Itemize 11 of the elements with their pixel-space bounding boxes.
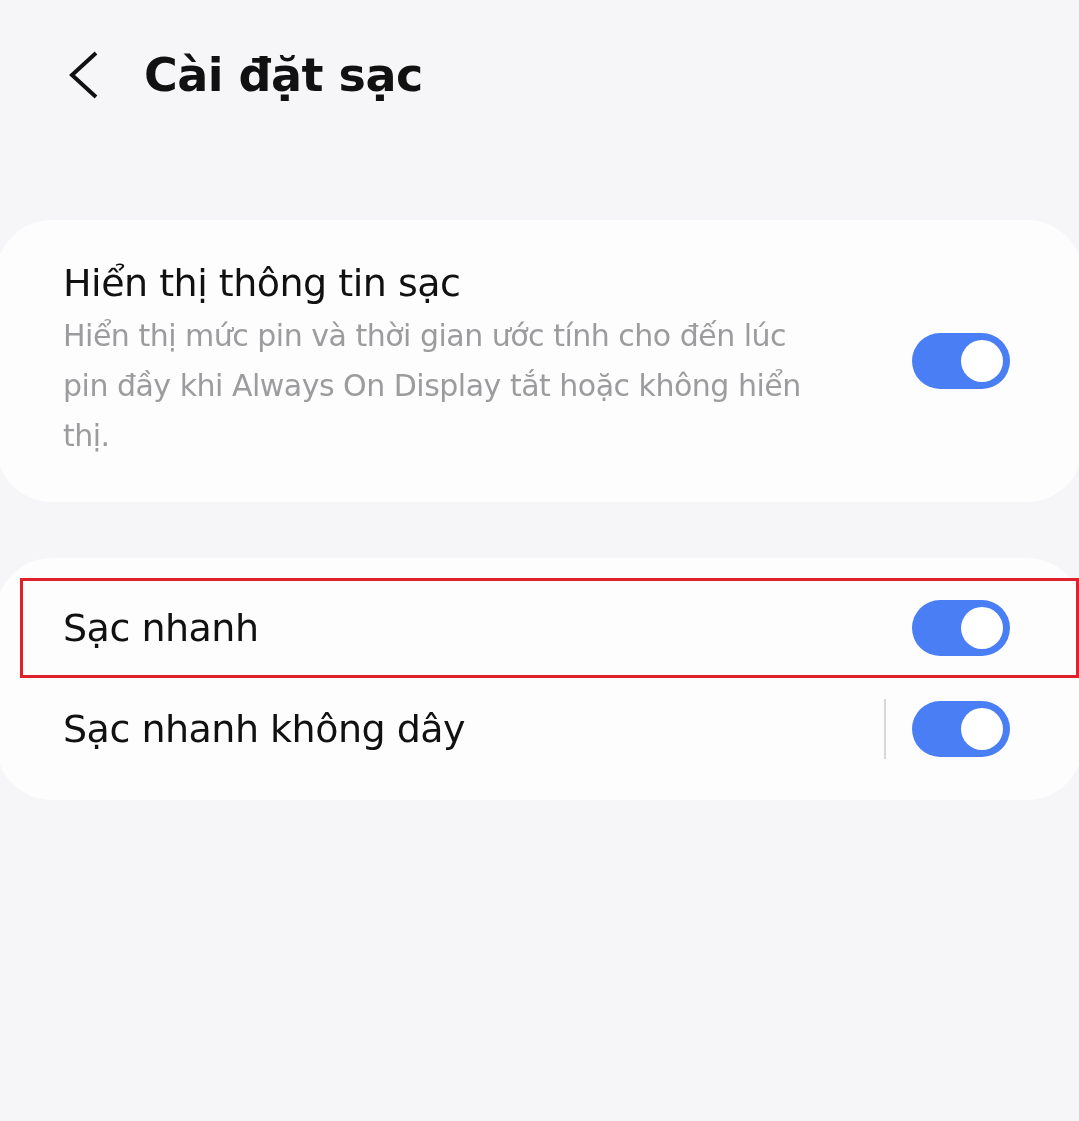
setting-title: Sạc nhanh — [63, 606, 260, 650]
highlighted-setting-row[interactable]: Sạc nhanh — [20, 578, 1079, 678]
setting-description: Hiển thị mức pin và thời gian ước tính cho đến lúc pin đầy khi Always On Display tắt hoặc không hiển thị. — [63, 317, 802, 455]
toggle-switch[interactable] — [912, 333, 1010, 389]
toggle-switch[interactable] — [912, 600, 1010, 656]
setting-row[interactable]: Hiển thị thông tin sạc Hiển thị mức pin và thời gian ước tính cho đến lúc pin đầy khi Always On Display tắt hoặc không hiển thị. — [20, 240, 1079, 482]
page-title: Cài đặt sạc — [144, 48, 423, 102]
setting-title: Hiển thị thông tin sạc — [63, 261, 462, 305]
toggle-switch[interactable] — [912, 701, 1010, 757]
setting-row[interactable]: Sạc nhanh không dây — [20, 678, 1079, 780]
setting-title: Sạc nhanh không dây — [63, 707, 467, 751]
